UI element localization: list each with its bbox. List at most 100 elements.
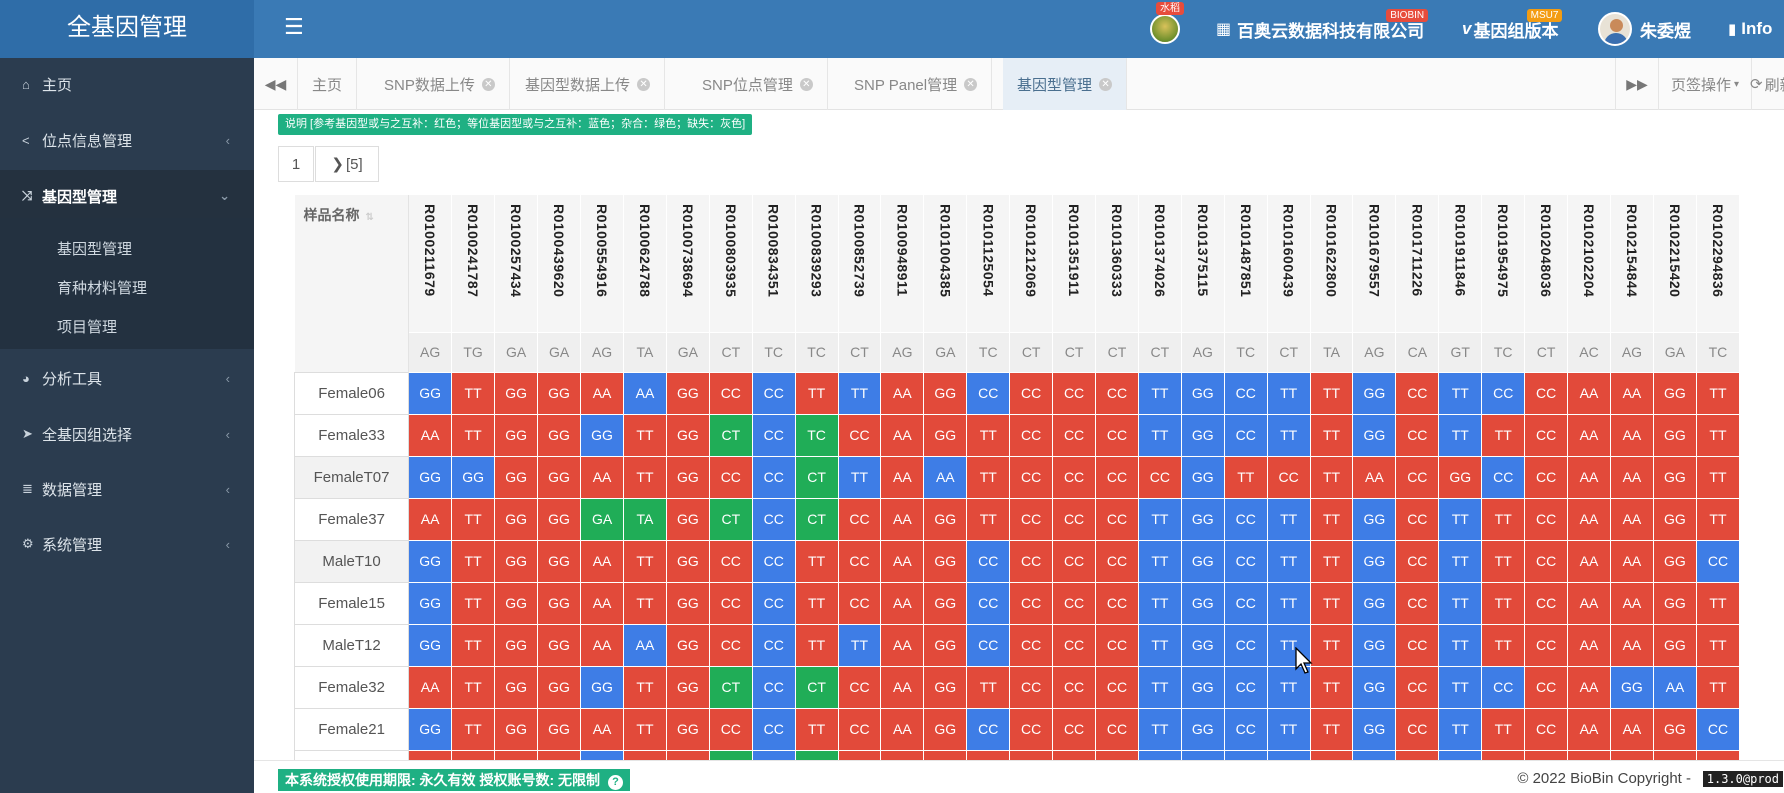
genotype-cell[interactable]: TT [1481, 539, 1526, 583]
genotype-cell[interactable]: CC [1395, 539, 1440, 583]
genotype-cell[interactable]: CC [1009, 539, 1054, 583]
genotype-cell[interactable]: TT [451, 371, 496, 415]
snp-column-header[interactable]: R0101622800 [1310, 195, 1354, 332]
genotype-cell[interactable]: CC [751, 413, 796, 457]
genotype-cell[interactable]: TT [1309, 707, 1354, 751]
genotype-cell[interactable]: AA [1567, 665, 1611, 709]
genotype-cell[interactable]: TC [794, 413, 839, 457]
page-ops-dropdown[interactable]: 页签操作 ▾ [1659, 58, 1753, 110]
genotype-cell[interactable]: AA [623, 371, 667, 415]
genotype-cell[interactable]: CC [1395, 707, 1440, 751]
genotype-cell[interactable]: CC [1395, 371, 1440, 415]
genotype-cell[interactable]: TT [451, 665, 496, 709]
genotype-cell[interactable]: GG [1180, 623, 1225, 667]
genotype-cell[interactable]: TT [1137, 413, 1182, 457]
genotype-cell[interactable]: CC [837, 707, 882, 751]
genotype-cell[interactable]: TT [1266, 539, 1311, 583]
genotype-cell[interactable]: AA [408, 497, 453, 541]
genotype-cell[interactable]: GA [580, 497, 625, 541]
genotype-cell[interactable]: AA [880, 455, 925, 499]
genotype-cell[interactable]: CT [794, 749, 839, 760]
genotype-cell[interactable]: CC [1695, 707, 1740, 751]
genotype-cell[interactable]: CC [837, 413, 882, 457]
snp-column-header[interactable]: R0101911846 [1438, 195, 1483, 332]
genotype-cell[interactable]: AA [1567, 581, 1611, 625]
genotype-cell[interactable]: CC [1095, 581, 1139, 625]
genotype-cell[interactable]: GG [1180, 665, 1225, 709]
genotype-cell[interactable]: CC [966, 539, 1011, 583]
genotype-cell[interactable]: CC [751, 497, 796, 541]
genotype-cell[interactable]: TT [837, 455, 882, 499]
genotype-cell[interactable]: TT [1266, 371, 1311, 415]
genotype-cell[interactable]: AA [880, 371, 925, 415]
genotype-cell[interactable]: CC [1524, 371, 1569, 415]
genotype-cell[interactable]: GG [494, 539, 539, 583]
genotype-cell[interactable]: CC [1223, 707, 1268, 751]
genotype-cell[interactable]: CC [1481, 455, 1526, 499]
genotype-cell[interactable]: CC [1266, 455, 1311, 499]
snp-column-header[interactable]: R0100211679 [408, 195, 453, 332]
genotype-cell[interactable]: TT [1438, 497, 1483, 541]
genotype-cell[interactable]: GG [1352, 371, 1397, 415]
genotype-cell[interactable]: TT [794, 623, 839, 667]
genotype-cell[interactable]: GG [494, 413, 539, 457]
snp-column-header[interactable]: R0100834351 [752, 195, 796, 332]
genotype-cell[interactable]: CC [751, 749, 796, 760]
genotype-cell[interactable]: CC [1137, 455, 1182, 499]
genotype-cell[interactable]: TT [1309, 623, 1354, 667]
genotype-cell[interactable]: GG [923, 665, 968, 709]
tabs-scroll-left-button[interactable]: ◀◀ [254, 58, 298, 110]
genotype-cell[interactable]: AA [1609, 371, 1654, 415]
genotype-cell[interactable]: AA [1352, 455, 1397, 499]
genotype-cell[interactable]: CC [751, 707, 796, 751]
genome-version-selector[interactable]: v 基因组版本 MSU7 [1462, 0, 1563, 58]
genotype-cell[interactable]: CC [837, 581, 882, 625]
genotype-cell[interactable]: TT [451, 707, 496, 751]
genotype-cell[interactable]: AA [1609, 413, 1654, 457]
genotype-cell[interactable]: TT [1481, 581, 1526, 625]
genotype-cell[interactable]: CC [1223, 623, 1268, 667]
genotype-cell[interactable]: CC [1052, 581, 1097, 625]
help-icon[interactable]: ? [608, 775, 623, 790]
genotype-cell[interactable]: AA [1567, 497, 1611, 541]
genotype-cell[interactable]: GG [1180, 581, 1225, 625]
snp-column-header[interactable]: R0101004385 [923, 195, 968, 332]
genotype-cell[interactable]: CC [1009, 623, 1054, 667]
genotype-cell[interactable]: GG [665, 707, 710, 751]
snp-column-header[interactable]: R0102154844 [1610, 195, 1654, 332]
genotype-cell[interactable]: TT [623, 581, 667, 625]
genotype-cell[interactable]: GG [923, 581, 968, 625]
genotype-cell[interactable]: TT [1438, 539, 1483, 583]
genotype-cell[interactable]: TT [451, 539, 496, 583]
genotype-cell[interactable]: CC [1223, 539, 1268, 583]
tab-snp-locus[interactable]: SNP位点管理 ✕ [688, 58, 828, 110]
genotype-cell[interactable]: TT [1266, 581, 1311, 625]
genotype-cell[interactable]: GG [1352, 413, 1397, 457]
genotype-cell[interactable]: GG [494, 497, 539, 541]
genotype-cell[interactable]: GG [451, 455, 496, 499]
genotype-cell[interactable]: CC [1009, 707, 1054, 751]
genotype-cell[interactable]: CC [1095, 665, 1139, 709]
genotype-cell[interactable]: CC [1052, 707, 1097, 751]
genotype-cell[interactable]: TT [1695, 665, 1740, 709]
genotype-cell[interactable]: GG [1180, 371, 1225, 415]
genotype-cell[interactable]: GG [1180, 455, 1225, 499]
genotype-cell[interactable]: TT [1481, 749, 1526, 760]
genotype-cell[interactable]: GG [923, 413, 968, 457]
genotype-cell[interactable]: TT [1438, 707, 1483, 751]
genotype-cell[interactable]: GG [1652, 497, 1697, 541]
genotype-cell[interactable]: GG [408, 707, 453, 751]
sidebar-item-genomic-selection[interactable]: ➤ 全基因组选择 ‹ [0, 408, 254, 460]
user-menu[interactable]: 朱委煜 [1598, 0, 1691, 58]
genotype-cell[interactable]: CC [1052, 371, 1097, 415]
genotype-cell[interactable]: TA [623, 497, 667, 541]
genotype-cell[interactable]: GG [494, 371, 539, 415]
genotype-cell[interactable]: CC [1395, 749, 1440, 760]
genotype-cell[interactable]: GG [408, 623, 453, 667]
genotype-cell[interactable]: TT [1137, 539, 1182, 583]
table-row[interactable]: Female32 AA TT GG GG GG TT GG CT CC CT CC AA GG TT CC CC… [294, 665, 1740, 709]
genotype-cell[interactable]: CC [966, 707, 1011, 751]
genotype-cell[interactable]: CC [751, 371, 796, 415]
genotype-cell[interactable]: GG [1652, 707, 1697, 751]
genotype-cell[interactable]: GG [1352, 623, 1397, 667]
